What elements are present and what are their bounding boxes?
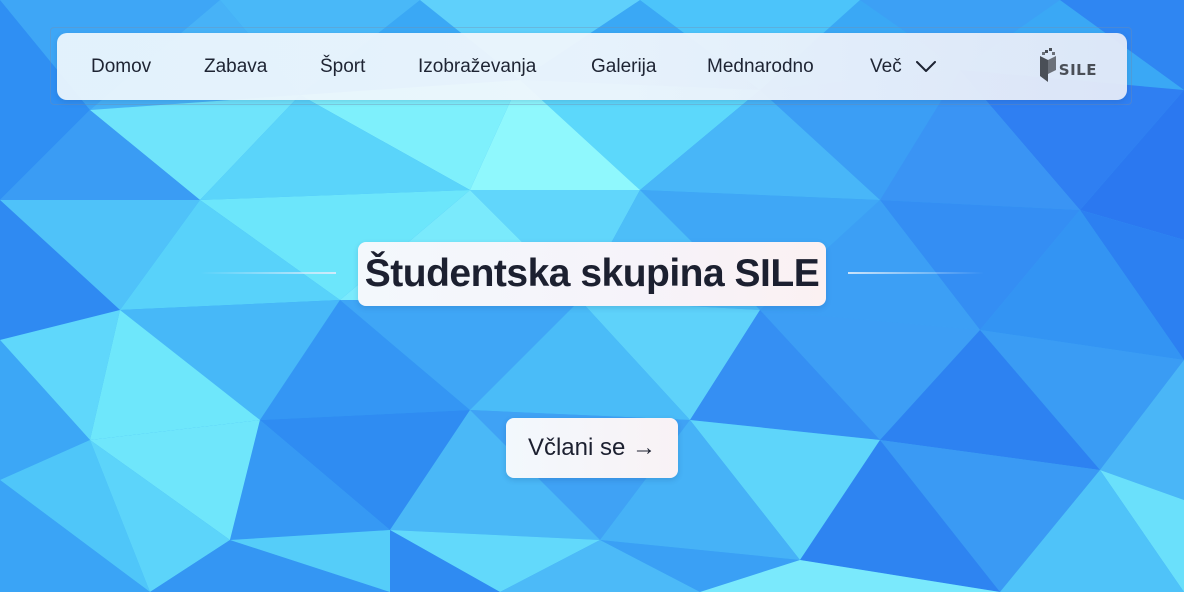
hero-divider-right xyxy=(848,272,984,274)
nav-item-izobrazevanja[interactable]: Izobraževanja xyxy=(418,55,536,79)
nav-more-label: Več xyxy=(870,56,902,77)
nav-item-sport[interactable]: Šport xyxy=(320,55,365,79)
hero-title: Študentska skupina SILE xyxy=(358,242,826,306)
nav-item-zabava[interactable]: Zabava xyxy=(204,55,267,79)
nav-item-domov[interactable]: Domov xyxy=(91,55,151,79)
chevron-down-icon xyxy=(915,61,936,73)
nav-item-galerija[interactable]: Galerija xyxy=(591,55,656,79)
hero-divider-left xyxy=(200,272,336,274)
sile-logo[interactable]: SILE xyxy=(1039,47,1097,87)
sile-logo-text: SILE xyxy=(1058,61,1097,79)
sile-logo-mark-icon xyxy=(1039,47,1058,87)
join-button[interactable]: Včlani se → xyxy=(506,418,678,478)
nav-item-mednarodno[interactable]: Mednarodno xyxy=(707,55,814,79)
navbar: Domov Zabava Šport Izobraževanja Galerij… xyxy=(57,33,1127,100)
nav-more-dropdown[interactable]: Več xyxy=(870,55,936,79)
